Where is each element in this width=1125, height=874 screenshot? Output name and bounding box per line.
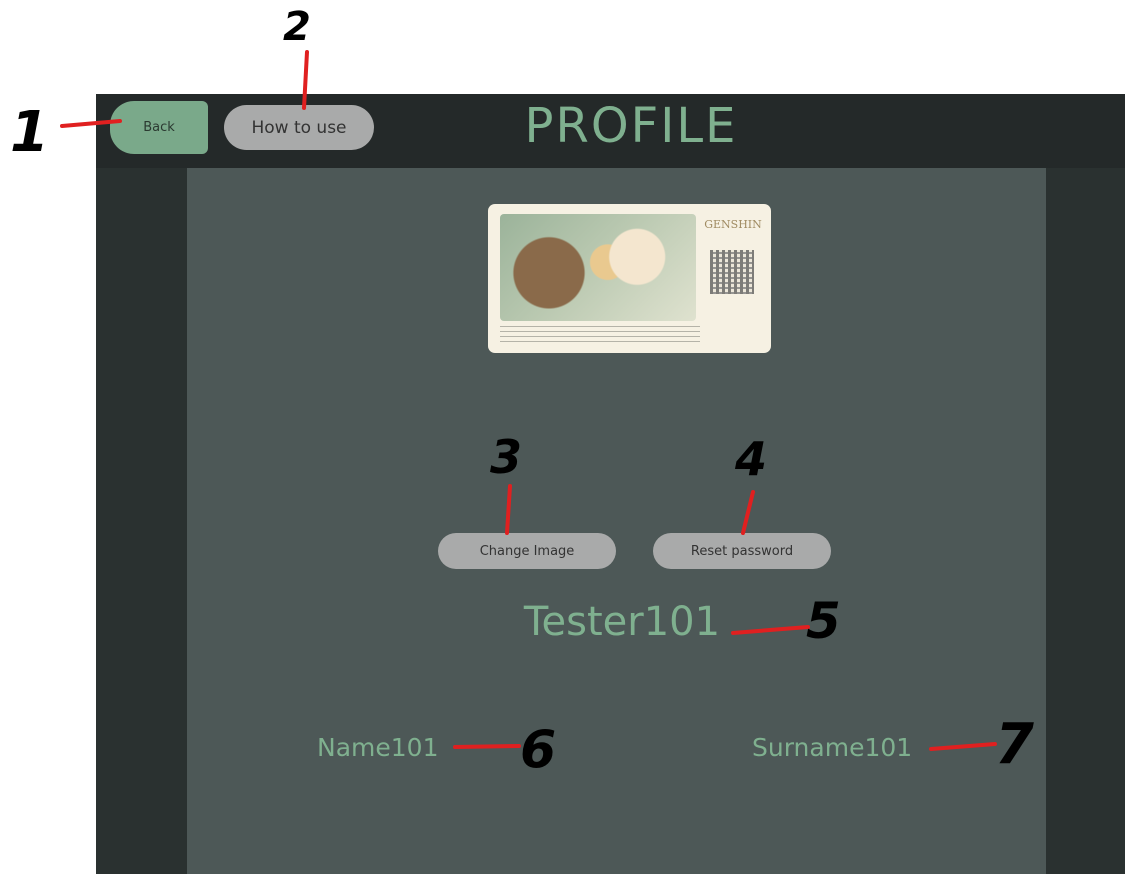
page-title: PROFILE	[524, 98, 738, 154]
top-bar: Back How to use PROFILE	[96, 94, 1125, 168]
username-label: Tester101	[523, 599, 721, 645]
annotation-6: 6	[520, 720, 557, 780]
back-button[interactable]: Back	[110, 101, 208, 154]
profile-panel: GENSHIN Change Image Reset password Test…	[187, 168, 1046, 874]
surname-label: Surname101	[752, 733, 913, 762]
profile-image-card: GENSHIN	[488, 204, 771, 353]
annotation-1: 1	[10, 100, 49, 165]
card-caption	[500, 326, 700, 346]
annotation-4: 4	[735, 432, 768, 486]
how-to-use-button[interactable]: How to use	[224, 105, 374, 150]
profile-image	[500, 214, 696, 321]
qr-code-icon	[710, 250, 754, 294]
first-name-label: Name101	[317, 733, 439, 762]
game-logo: GENSHIN	[704, 218, 762, 231]
annotation-5: 5	[806, 592, 841, 650]
reset-password-button[interactable]: Reset password	[653, 533, 831, 569]
annotation-3: 3	[490, 430, 523, 484]
annotation-7: 7	[995, 712, 1034, 777]
change-image-button[interactable]: Change Image	[438, 533, 616, 569]
annotation-2: 2	[283, 4, 311, 50]
profile-app: Back How to use PROFILE GENSHIN Change I…	[96, 94, 1125, 874]
